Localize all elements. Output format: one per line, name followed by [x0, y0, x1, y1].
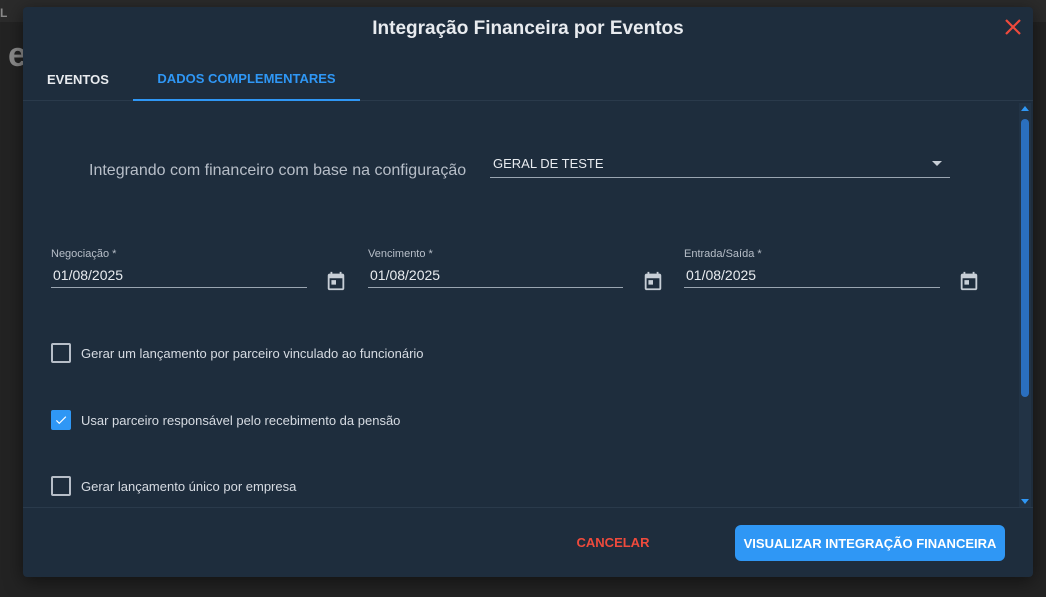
vertical-scrollbar[interactable] — [1019, 103, 1031, 507]
dialog-title: Integração Financeira por Eventos — [372, 18, 684, 39]
checkbox-box-checked[interactable] — [51, 410, 71, 430]
checkbox-parceiro-pensao[interactable]: Usar parceiro responsável pelo recebimen… — [51, 410, 400, 430]
dialog-header: Integração Financeira por Eventos — [23, 7, 1033, 51]
checkbox-label: Gerar lançamento único por empresa — [81, 478, 297, 494]
config-label: Integrando com financeiro com base na co… — [89, 162, 467, 179]
checkbox-label: Gerar um lançamento por parceiro vincula… — [81, 345, 424, 361]
negociacao-label: Negociação * — [51, 248, 117, 260]
scroll-thumb[interactable] — [1021, 119, 1029, 397]
background-text: L — [0, 6, 8, 20]
config-select-value: GERAL DE TESTE — [493, 156, 604, 171]
close-icon[interactable] — [1003, 17, 1023, 37]
integration-dialog: Integração Financeira por Eventos EVENTO… — [23, 7, 1033, 577]
vencimento-label: Vencimento * — [368, 248, 433, 260]
checkbox-lancamento-unico[interactable]: Gerar lançamento único por empresa — [51, 476, 296, 496]
calendar-icon[interactable] — [642, 270, 664, 292]
scroll-up-arrow-icon[interactable] — [1021, 106, 1029, 111]
tab-eventos[interactable]: EVENTOS — [47, 57, 109, 101]
cancel-button[interactable]: CANCELAR — [558, 524, 668, 560]
vencimento-field: Vencimento * 01/08/2025 — [368, 248, 623, 288]
checkbox-box[interactable] — [51, 343, 71, 363]
dialog-footer: CANCELAR VISUALIZAR INTEGRAÇÃO FINANCEIR… — [23, 507, 1033, 577]
view-integration-button[interactable]: VISUALIZAR INTEGRAÇÃO FINANCEIRA — [735, 525, 1005, 561]
check-icon — [55, 416, 67, 425]
checkbox-label: Usar parceiro responsável pelo recebimen… — [81, 412, 401, 428]
chevron-down-icon — [932, 161, 942, 166]
tab-bar: EVENTOS DADOS COMPLEMENTARES — [23, 57, 1033, 101]
vencimento-input[interactable]: 01/08/2025 — [368, 264, 623, 288]
negociacao-input[interactable]: 01/08/2025 — [51, 264, 307, 288]
negociacao-field: Negociação * 01/08/2025 — [51, 248, 307, 288]
calendar-icon[interactable] — [325, 270, 347, 292]
tab-dados-complementares[interactable]: DADOS COMPLEMENTARES — [133, 57, 360, 101]
checkbox-lancamento-por-parceiro[interactable]: Gerar um lançamento por parceiro vincula… — [51, 343, 424, 363]
dialog-content: Integrando com financeiro com base na co… — [23, 102, 1018, 507]
calendar-icon[interactable] — [958, 270, 980, 292]
config-select[interactable]: GERAL DE TESTE — [490, 150, 950, 178]
entrada-saida-label: Entrada/Saída * — [684, 248, 762, 260]
entrada-saida-field: Entrada/Saída * 01/08/2025 — [684, 248, 940, 288]
scroll-down-arrow-icon[interactable] — [1021, 499, 1029, 504]
checkbox-box[interactable] — [51, 476, 71, 496]
entrada-saida-input[interactable]: 01/08/2025 — [684, 264, 940, 288]
